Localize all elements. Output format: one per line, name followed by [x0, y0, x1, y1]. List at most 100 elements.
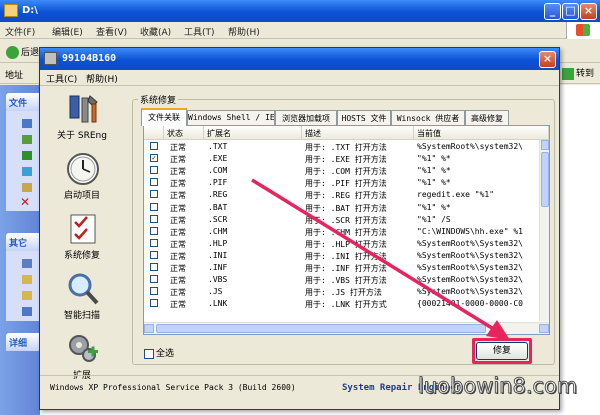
go-button[interactable]: 转到	[561, 66, 594, 80]
magnifier-icon	[68, 273, 99, 305]
place-icon[interactable]	[22, 291, 32, 300]
table-row[interactable]: 正常 .INI 用于: .INI 打开方法 %SystemRoot%\System32…	[144, 250, 540, 262]
tab-advanced-repair[interactable]: 高级修复	[465, 110, 509, 125]
bg-menu-file[interactable]: 文件(F)	[5, 25, 35, 38]
row-checkbox[interactable]	[150, 287, 158, 296]
cell-desc: 用于: .INI 打开方法	[305, 251, 387, 261]
row-checkbox[interactable]	[150, 299, 158, 308]
header-current-value[interactable]: 当前值	[414, 126, 549, 140]
tab-winsock-provider[interactable]: Winsock 供应者	[391, 110, 465, 125]
horizontal-scrollbar[interactable]	[144, 322, 549, 334]
cell-desc: 用于: .TXT 打开方法	[305, 143, 387, 152]
header-description[interactable]: 描述	[302, 126, 414, 140]
row-checkbox[interactable]	[150, 275, 158, 284]
row-checkbox[interactable]	[150, 250, 158, 259]
menu-help[interactable]: 帮助(H)	[86, 72, 118, 85]
bg-menu-favorites[interactable]: 收藏(A)	[140, 25, 171, 38]
table-row[interactable]: 正常 .CHM 用于: .CHM 打开方法 "C:\WINDOWS\hh.exe" %…	[144, 226, 540, 238]
tab-hosts-file[interactable]: HOSTS 文件	[337, 110, 391, 125]
file-association-list[interactable]: 状态 扩展名 描述 当前值 正常 .TXT 用于: .TXT 打开方法 %System…	[143, 125, 550, 335]
side-head-other[interactable]: 其它	[6, 233, 40, 251]
cell-status: 正常	[170, 191, 186, 201]
cell-desc: 用于: .HLP 打开方法	[305, 239, 387, 249]
close-icon[interactable]: ×	[539, 51, 556, 68]
row-checkbox[interactable]	[150, 166, 158, 175]
cell-ext: .LNK	[208, 299, 228, 309]
row-checkbox[interactable]	[150, 226, 158, 235]
app-icon	[44, 52, 57, 65]
close-icon[interactable]: ×	[580, 3, 597, 20]
task-icon[interactable]	[22, 167, 32, 176]
header-status[interactable]: 状态	[164, 126, 204, 140]
task-icon[interactable]	[22, 183, 32, 192]
task-pane: 文件 ✕ 其它 详细	[0, 85, 40, 415]
tab-file-association[interactable]: 文件关联	[141, 108, 187, 126]
row-checkbox[interactable]	[150, 178, 158, 187]
table-row[interactable]: 正常 .JS 用于: .JS 打开方法 %SystemRoot%\System32\	[144, 286, 540, 298]
group-title: 系统修复	[138, 93, 179, 106]
scroll-up-icon[interactable]	[541, 140, 549, 150]
row-checkbox[interactable]: ✓	[150, 154, 158, 163]
row-checkbox[interactable]	[150, 214, 158, 223]
place-icon[interactable]	[22, 275, 32, 284]
place-icon[interactable]	[22, 307, 32, 316]
maximize-icon[interactable]: □	[562, 3, 579, 20]
address-label: 地址	[5, 71, 24, 81]
vertical-scrollbar[interactable]	[539, 140, 549, 321]
place-icon[interactable]	[22, 259, 32, 268]
bg-menu-edit[interactable]: 编辑(E)	[52, 25, 83, 38]
cell-ext: .CHM	[208, 226, 228, 236]
table-row[interactable]: 正常 .INF 用于: .INF 打开方法 %SystemRoot%\System32…	[144, 262, 540, 274]
header-extension[interactable]: 扩展名	[204, 126, 302, 140]
cell-value: %SystemRoot%\System32\	[417, 275, 523, 285]
table-row[interactable]: 正常 .VBS 用于: .VBS 打开方法 %SystemRoot%\System32…	[144, 274, 540, 286]
go-label: 转到	[575, 69, 594, 79]
table-row[interactable]: 正常 .PIF 用于: .PIF 打开方法 "%1" %*	[144, 177, 540, 189]
delete-icon[interactable]: ✕	[20, 195, 30, 209]
header-check	[144, 126, 164, 140]
cell-ext: .COM	[208, 166, 228, 176]
table-row[interactable]: 正常 .HLP 用于: .HLP 打开方法 %SystemRoot%\System32…	[144, 238, 540, 250]
horizontal-scroll-thumb[interactable]	[156, 324, 486, 333]
bg-menu-help[interactable]: 帮助(H)	[228, 25, 260, 38]
repair-button[interactable]: 修复	[476, 342, 528, 360]
bg-menu-tools[interactable]: 工具(T)	[184, 25, 215, 38]
table-row[interactable]: 正常 .REG 用于: .REG 打开方法 regedit.exe "%1"	[144, 189, 540, 201]
task-icon[interactable]	[22, 135, 32, 144]
row-checkbox[interactable]	[150, 238, 158, 247]
scroll-right-icon[interactable]	[539, 324, 549, 333]
tab-windows-shell-ie[interactable]: Windows Shell / IE	[187, 110, 275, 125]
table-row[interactable]: 正常 .BAT 用于: .BAT 打开方法 "%1" %*	[144, 202, 540, 214]
menu-tools[interactable]: 工具(C)	[46, 72, 77, 85]
bg-menu-view[interactable]: 查看(V)	[96, 25, 127, 38]
table-row[interactable]: 正常 .TXT 用于: .TXT 打开方法 %SystemRoot%\system32…	[144, 141, 540, 153]
select-all-checkbox[interactable]: 全选	[144, 346, 174, 359]
vertical-scroll-thumb[interactable]	[541, 152, 549, 207]
side-head-details[interactable]: 详细	[6, 333, 40, 351]
nav-item-smart-scan[interactable]: 智能扫描	[46, 270, 118, 326]
cell-ext: .TXT	[208, 142, 228, 151]
row-checkbox[interactable]	[150, 142, 158, 150]
task-icon[interactable]	[22, 119, 32, 128]
row-checkbox[interactable]	[150, 190, 158, 199]
task-icon[interactable]	[22, 151, 32, 160]
scroll-left-icon[interactable]	[144, 324, 154, 333]
minimize-icon[interactable]: _	[544, 3, 561, 20]
side-head-file[interactable]: 文件	[6, 93, 40, 111]
row-checkbox[interactable]	[150, 263, 158, 271]
back-button[interactable]: 后退	[6, 45, 39, 59]
table-row[interactable]: ✓ 正常 .EXE 用于: .EXE 打开方法 "%1" %*	[144, 153, 540, 165]
nav-label-about: 关于 SREng	[57, 131, 107, 141]
nav-item-system-repair[interactable]: 系统修复	[46, 210, 118, 266]
select-all-box[interactable]	[144, 348, 154, 359]
tab-browser-addons[interactable]: 浏览器加载项	[275, 110, 337, 125]
nav-item-about[interactable]: 关于 SREng	[46, 90, 118, 146]
cell-desc: 用于: .PIF 打开方法	[305, 179, 387, 189]
row-checkbox[interactable]	[150, 202, 158, 211]
side-panel-other	[6, 251, 40, 321]
cell-desc: 用于: .CHM 打开方法	[305, 227, 387, 237]
table-row[interactable]: 正常 .LNK 用于: .LNK 打开方式 {00021401-0000-0000-C…	[144, 298, 540, 310]
nav-item-startup[interactable]: 启动项目	[46, 150, 118, 206]
table-row[interactable]: 正常 .SCR 用于: .SCR 打开方法 "%1" /S	[144, 214, 540, 226]
table-row[interactable]: 正常 .COM 用于: .COM 打开方法 "%1" %*	[144, 165, 540, 177]
